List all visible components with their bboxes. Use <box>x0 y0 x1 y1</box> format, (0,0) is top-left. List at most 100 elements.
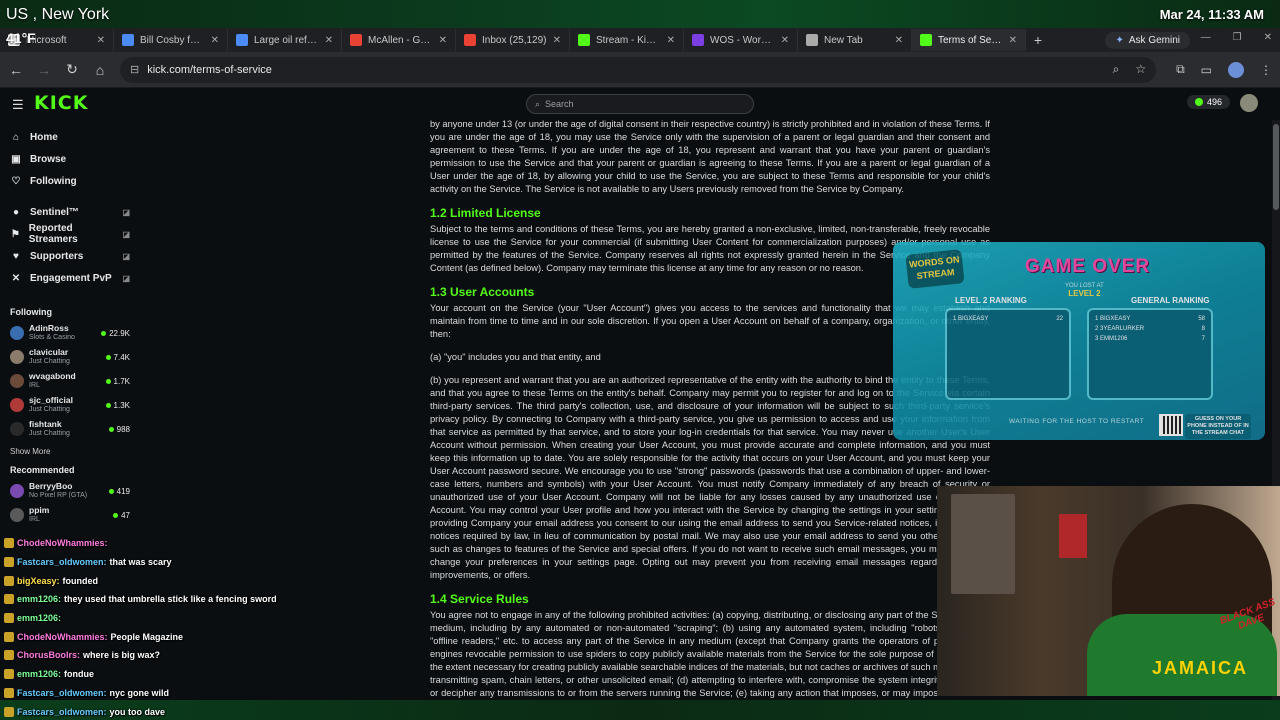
ranking-row: 3 EMM1206 7 <box>1089 334 1211 344</box>
sidebar-item-home[interactable]: ⌂ Home <box>0 126 140 148</box>
tab-title: Terms of Servic <box>938 34 1003 46</box>
tab-close-icon[interactable]: ✕ <box>1009 35 1017 46</box>
channel-list-item[interactable]: clavicular Just Chatting 7.4K <box>0 345 140 369</box>
address-bar[interactable]: ⊟ kick.com/terms-of-service ⌕ ☆ <box>120 56 1157 83</box>
maps-pin-icon <box>350 34 362 46</box>
browser-tab[interactable]: Large oil refine ✕ <box>228 29 342 51</box>
tab-close-icon[interactable]: ✕ <box>439 35 447 46</box>
live-dot-icon <box>105 354 111 360</box>
channel-text: AdinRoss Slots & Casino <box>29 323 96 343</box>
channel-list-item[interactable]: ppim IRL 47 <box>0 503 140 527</box>
viewer-count-value: 22.9K <box>109 328 130 338</box>
pvp-icon: ✕ <box>11 272 21 284</box>
bookmark-star-icon[interactable]: ☆ <box>1135 62 1146 77</box>
site-info-icon[interactable]: ⊟ <box>130 63 139 76</box>
chat-username: ChodeNoWhammies: <box>17 538 108 549</box>
tab-close-icon[interactable]: ✕ <box>895 35 903 46</box>
maximize-icon[interactable]: ❐ <box>1233 32 1242 43</box>
zoom-icon[interactable]: ⌕ <box>1113 62 1120 77</box>
sidebar-item-label: Reported Streamers <box>28 223 78 245</box>
url-text: kick.com/terms-of-service <box>147 63 272 76</box>
browser-toolbar: ← → ↻ ⌂ ⊟ kick.com/terms-of-service ⌕ ☆ … <box>0 52 1280 88</box>
chat-message: emm1206: they used that umbrella stick li… <box>0 590 330 609</box>
channel-avatar <box>10 398 24 412</box>
external-icon: ◪ <box>122 273 130 283</box>
menu-kebab-icon[interactable]: ⋮ <box>1260 63 1272 77</box>
chat-message: ChodeNoWhammies: <box>0 534 330 553</box>
minimize-icon[interactable]: — <box>1201 32 1211 43</box>
sidepanel-icon[interactable]: ▭ <box>1201 63 1212 77</box>
wos-icon <box>692 34 704 46</box>
chat-message: ChodeNoWhammies: People Magazine <box>0 627 330 646</box>
sidebar-item-reported-streamers[interactable]: ⚑ Reported Streamers ◪ <box>0 223 140 245</box>
gemini-icon: ✦ <box>1115 34 1124 46</box>
new-tab-button[interactable]: + <box>1026 32 1050 48</box>
webcam-shelf <box>951 494 1015 594</box>
sidebar-item-following[interactable]: ♡ Following <box>0 170 140 192</box>
omnibox-actions: ⌕ ☆ <box>1113 62 1147 77</box>
general-ranking-heading: GENERAL RANKING <box>1131 296 1210 305</box>
sidebar-item-label: Browse <box>30 153 67 165</box>
kick-logo[interactable]: KICK <box>34 92 88 114</box>
hamburger-menu-icon[interactable]: ☰ <box>12 97 24 113</box>
chat-text: founded <box>62 575 99 586</box>
channel-list-item[interactable]: fishtank Just Chatting 988 <box>0 417 140 441</box>
browser-tab[interactable]: Inbox (25,129) ✕ <box>456 29 570 51</box>
browser-tab[interactable]: McAllen - Goog ✕ <box>342 29 456 51</box>
channel-list-item[interactable]: wvagabond IRL 1.7K <box>0 369 140 393</box>
sidebar-item-sentinel-[interactable]: ● Sentinel™ ◪ <box>0 201 140 223</box>
profile-avatar[interactable] <box>1228 61 1244 78</box>
tab-close-icon[interactable]: ✕ <box>325 35 333 46</box>
browser-tab[interactable]: WOS - Words O ✕ <box>684 29 798 51</box>
tab-close-icon[interactable]: ✕ <box>781 35 789 46</box>
sidebar-item-engagement-pvp[interactable]: ✕ Engagement PvP ◪ <box>0 267 140 289</box>
browser-tab[interactable]: Stream - Kick D ✕ <box>570 29 684 51</box>
section-heading-limited-license: 1.2 Limited License <box>430 206 541 220</box>
channel-name: clavicular <box>29 347 69 357</box>
flag-icon: ⚑ <box>10 228 20 240</box>
ask-gemini-button[interactable]: ✦ Ask Gemini <box>1105 31 1190 49</box>
chat-badge-icon <box>4 575 14 586</box>
supporters-icon: ♥ <box>13 250 19 262</box>
ask-gemini-label: Ask Gemini <box>1128 34 1180 46</box>
tab-close-icon[interactable]: ✕ <box>553 35 561 46</box>
back-icon[interactable]: ← <box>8 62 24 78</box>
browser-tab[interactable]: Bill Cosby found ✕ <box>114 29 228 51</box>
sidebar-item-supporters[interactable]: ♥ Supporters ◪ <box>0 245 140 267</box>
browser-tab-bar: Microsoft✕Bill Cosby found✕Large oil ref… <box>0 28 1280 52</box>
tab-title: McAllen - Goog <box>368 34 433 46</box>
reload-icon[interactable]: ↻ <box>64 61 80 78</box>
chat-badge-icon <box>4 669 14 680</box>
sidebar-item-browse[interactable]: ▣ Browse <box>0 148 140 170</box>
tab-close-icon[interactable]: ✕ <box>211 35 219 46</box>
close-icon[interactable]: ✕ <box>1264 32 1272 43</box>
lost-level: LEVEL 2 <box>1068 289 1101 298</box>
search-input[interactable]: ⌕ Search <box>526 94 754 114</box>
browser-tab[interactable]: New Tab ✕ <box>798 29 912 51</box>
forward-icon[interactable]: → <box>36 62 52 78</box>
channel-list-item[interactable]: BerryyBoo No Pixel RP (GTA) 419 <box>0 479 140 503</box>
kick-header: ☰ KICK ⌕ Search 496 <box>0 88 1280 120</box>
chat-text: fondue <box>64 669 95 680</box>
channel-text: fishtank Just Chatting <box>29 419 104 439</box>
stream-chat-overlay: ChodeNoWhammies: Fastcars_oldwomen: that w… <box>0 534 330 720</box>
chat-message: ChorusBoolrs: where is big wax? <box>0 646 330 665</box>
tab-close-icon[interactable]: ✕ <box>667 35 675 46</box>
ranking-name: BIGXEASY <box>958 316 989 322</box>
ranking-player: 1 BIGXEASY <box>953 316 988 322</box>
tab-close-icon[interactable]: ✕ <box>97 35 105 46</box>
channel-points-badge[interactable]: 496 <box>1186 95 1230 109</box>
channel-name: fishtank <box>29 419 62 429</box>
home-icon[interactable]: ⌂ <box>92 62 108 78</box>
extensions-icon[interactable]: ⧉ <box>1176 62 1185 77</box>
user-avatar[interactable] <box>1240 94 1258 112</box>
channel-category: No Pixel RP (GTA) <box>29 492 88 499</box>
show-more-button[interactable]: Show More <box>0 441 140 461</box>
channel-list-item[interactable]: AdinRoss Slots & Casino 22.9K <box>0 321 140 345</box>
viewer-count: 1.7K <box>105 377 130 386</box>
channel-list-item[interactable]: sjc_official Just Chatting 1.3K <box>0 393 140 417</box>
scrollbar-thumb[interactable] <box>1273 124 1279 210</box>
doc-paragraph: You agree not to engage in any of the fo… <box>430 610 990 711</box>
browser-tab[interactable]: Terms of Servic ✕ <box>912 29 1026 51</box>
viewer-count: 1.3K <box>105 401 130 410</box>
